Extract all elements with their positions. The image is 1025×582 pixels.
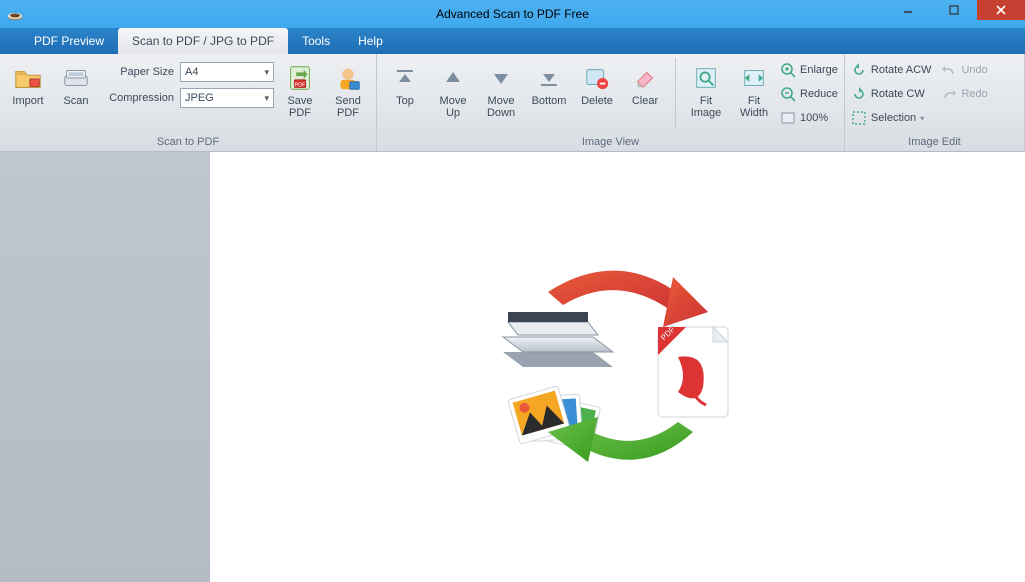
fit-image-button[interactable]: Fit Image: [684, 58, 728, 124]
compression-label: Compression: [102, 92, 174, 104]
import-button[interactable]: Import: [6, 58, 50, 112]
arrow-down-icon: [486, 63, 516, 93]
redo-label: Redo: [961, 88, 987, 100]
delete-label: Delete: [581, 95, 613, 107]
ribbon-group-image-view: Top Move Up Move Down Bottom Delete Clea…: [377, 54, 845, 151]
import-label: Import: [12, 95, 43, 107]
undo-label: Undo: [961, 64, 987, 76]
bottom-label: Bottom: [532, 95, 567, 107]
redo-icon: [941, 86, 957, 102]
tab-scan-to-pdf[interactable]: Scan to PDF / JPG to PDF: [118, 28, 288, 54]
rotate-acw-label: Rotate ACW: [871, 64, 932, 76]
ribbon-group-image-edit: Rotate ACW Rotate CW Selection ▾ Undo: [845, 54, 1025, 151]
scanner-icon: [61, 63, 91, 93]
close-button[interactable]: [977, 0, 1025, 20]
tab-strip: PDF Preview Scan to PDF / JPG to PDF Too…: [0, 28, 1025, 54]
send-pdf-button[interactable]: Send PDF: [326, 58, 370, 124]
rotate-acw-icon: [851, 62, 867, 78]
fit-width-label: Fit Width: [740, 95, 768, 119]
undo-icon: [941, 62, 957, 78]
reduce-button[interactable]: Reduce: [780, 84, 838, 104]
client-area: PDF: [0, 152, 1025, 582]
paper-size-combo[interactable]: A4 ▾: [180, 62, 274, 82]
delete-button[interactable]: Delete: [575, 58, 619, 112]
scan-button[interactable]: Scan: [54, 58, 98, 112]
zoom-out-icon: [780, 86, 796, 102]
arrow-up-icon: [438, 63, 468, 93]
undo-button[interactable]: Undo: [941, 60, 987, 80]
save-pdf-label: Save PDF: [287, 95, 312, 119]
scan-label: Scan: [63, 95, 88, 107]
svg-text:PDF: PDF: [294, 82, 306, 88]
save-pdf-icon: PDF: [285, 63, 315, 93]
selection-icon: [851, 110, 867, 126]
rotate-cw-icon: [851, 86, 867, 102]
delete-image-icon: [582, 63, 612, 93]
arrow-top-icon: [390, 63, 420, 93]
image-edit-caption: Image Edit: [851, 134, 1018, 151]
window-title: Advanced Scan to PDF Free: [0, 7, 1025, 21]
zoom-100-label: 100%: [800, 112, 828, 124]
selection-button[interactable]: Selection ▾: [851, 108, 932, 128]
top-button[interactable]: Top: [383, 58, 427, 112]
fit-image-label: Fit Image: [691, 95, 722, 119]
zoom-100-icon: [780, 110, 796, 126]
fit-width-button[interactable]: Fit Width: [732, 58, 776, 124]
ribbon: Import Scan Paper Size A4 ▾ Compression: [0, 54, 1025, 152]
scan-group-caption: Scan to PDF: [6, 134, 370, 151]
save-pdf-button[interactable]: PDF Save PDF: [278, 58, 322, 124]
move-down-label: Move Down: [487, 95, 515, 119]
preview-canvas: PDF: [210, 152, 1025, 582]
welcome-illustration: PDF: [478, 257, 758, 477]
paper-size-label: Paper Size: [102, 66, 174, 78]
ribbon-group-scan-to-pdf: Import Scan Paper Size A4 ▾ Compression: [0, 54, 377, 151]
minimize-button[interactable]: [885, 0, 931, 20]
zoom-in-icon: [780, 62, 796, 78]
selection-label: Selection: [871, 112, 916, 124]
chevron-down-icon: ▾: [920, 114, 924, 123]
thumbnails-sidebar[interactable]: [0, 152, 210, 582]
enlarge-button[interactable]: Enlarge: [780, 60, 838, 80]
window-controls: [885, 0, 1025, 20]
move-up-button[interactable]: Move Up: [431, 58, 475, 124]
zoom-100-button[interactable]: 100%: [780, 108, 838, 128]
image-view-caption: Image View: [383, 134, 838, 151]
rotate-acw-button[interactable]: Rotate ACW: [851, 60, 932, 80]
chevron-down-icon: ▾: [264, 67, 269, 78]
fit-image-icon: [691, 63, 721, 93]
compression-combo[interactable]: JPEG ▾: [180, 88, 274, 108]
move-up-label: Move Up: [440, 95, 467, 119]
arrow-bottom-icon: [534, 63, 564, 93]
top-label: Top: [396, 95, 414, 107]
paper-size-value: A4: [185, 66, 198, 78]
scan-options: Paper Size A4 ▾ Compression JPEG ▾: [102, 58, 274, 108]
fit-width-icon: [739, 63, 769, 93]
send-pdf-label: Send PDF: [335, 95, 361, 119]
reduce-label: Reduce: [800, 88, 838, 100]
enlarge-label: Enlarge: [800, 64, 838, 76]
tab-tools[interactable]: Tools: [288, 28, 344, 54]
title-bar: Advanced Scan to PDF Free: [0, 0, 1025, 28]
chevron-down-icon: ▾: [264, 93, 269, 104]
bottom-button[interactable]: Bottom: [527, 58, 571, 112]
compression-value: JPEG: [185, 92, 214, 104]
redo-button[interactable]: Redo: [941, 84, 987, 104]
tab-pdf-preview[interactable]: PDF Preview: [20, 28, 118, 54]
folder-open-icon: [13, 63, 43, 93]
app-icon: [6, 5, 24, 23]
eraser-icon: [630, 63, 660, 93]
rotate-cw-label: Rotate CW: [871, 88, 925, 100]
move-down-button[interactable]: Move Down: [479, 58, 523, 124]
send-pdf-icon: [333, 63, 363, 93]
separator: [675, 58, 676, 128]
clear-button[interactable]: Clear: [623, 58, 667, 112]
tab-help[interactable]: Help: [344, 28, 397, 54]
rotate-cw-button[interactable]: Rotate CW: [851, 84, 932, 104]
maximize-button[interactable]: [931, 0, 977, 20]
clear-label: Clear: [632, 95, 658, 107]
